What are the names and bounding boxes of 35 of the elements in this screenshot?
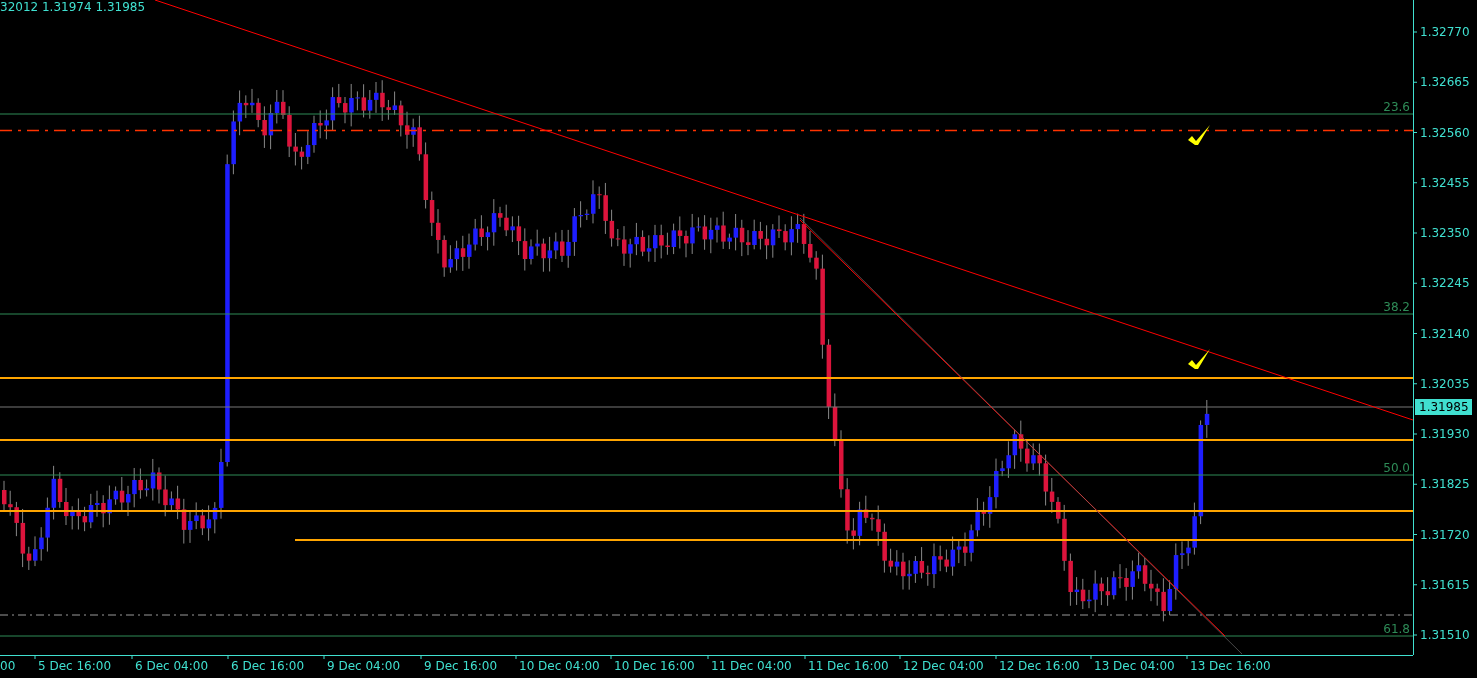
time-axis-label: 6 Dec 16:00	[231, 659, 305, 673]
time-axis-label: 13 Dec 04:00	[1094, 659, 1175, 673]
price-axis-label: 1.32665	[1420, 75, 1470, 90]
time-axis-label: 9 Dec 04:00	[327, 659, 401, 673]
fibonacci-level-label: 23.6	[1383, 100, 1410, 114]
time-axis-label: 10 Dec 04:00	[519, 659, 600, 673]
price-axis-label: 1.31510	[1420, 628, 1470, 642]
time-axis-label: 5 Dec 16:00	[38, 659, 112, 673]
price-axis-label: 1.31930	[1420, 427, 1470, 441]
price-axis-label: 1.32035	[1420, 376, 1470, 391]
fibonacci-level-label: 38.2	[1383, 300, 1410, 314]
time-axis-label: 11 Dec 04:00	[711, 659, 792, 673]
quote-readout: 32012 1.31974 1.31985	[0, 0, 146, 14]
checkmark-icon	[1188, 349, 1210, 369]
time-axis-label: 11 Dec 16:00	[808, 659, 889, 673]
time-axis-label: 00	[0, 659, 16, 673]
price-axis-label: 1.32770	[1420, 25, 1470, 39]
time-axis-label: 10 Dec 16:00	[614, 659, 695, 673]
time-axis-label: 13 Dec 16:00	[1190, 659, 1271, 673]
time-axis-label: 6 Dec 04:00	[135, 659, 209, 673]
price-axis-label: 1.32140	[1420, 326, 1470, 341]
checkmark-icon	[1188, 125, 1210, 145]
price-axis-label: 1.32455	[1420, 175, 1470, 190]
price-axis-label: 1.31615	[1420, 577, 1470, 592]
time-axis-label: 12 Dec 04:00	[903, 659, 984, 673]
time-axis-label: 9 Dec 16:00	[424, 659, 498, 673]
time-axis-label: 12 Dec 16:00	[999, 659, 1080, 673]
price-axis-label: 1.32245	[1420, 276, 1470, 291]
fibonacci-level-label: 50.0	[1383, 461, 1410, 475]
price-axis-label: 1.31720	[1420, 527, 1470, 542]
price-axis-label: 1.32560	[1420, 125, 1470, 140]
price-axis-label: 1.31825	[1420, 477, 1470, 492]
current-price-badge: 1.31985	[1415, 399, 1472, 415]
price-axis-label: 1.32350	[1420, 226, 1470, 240]
fibonacci-level-label: 61.8	[1383, 622, 1410, 636]
